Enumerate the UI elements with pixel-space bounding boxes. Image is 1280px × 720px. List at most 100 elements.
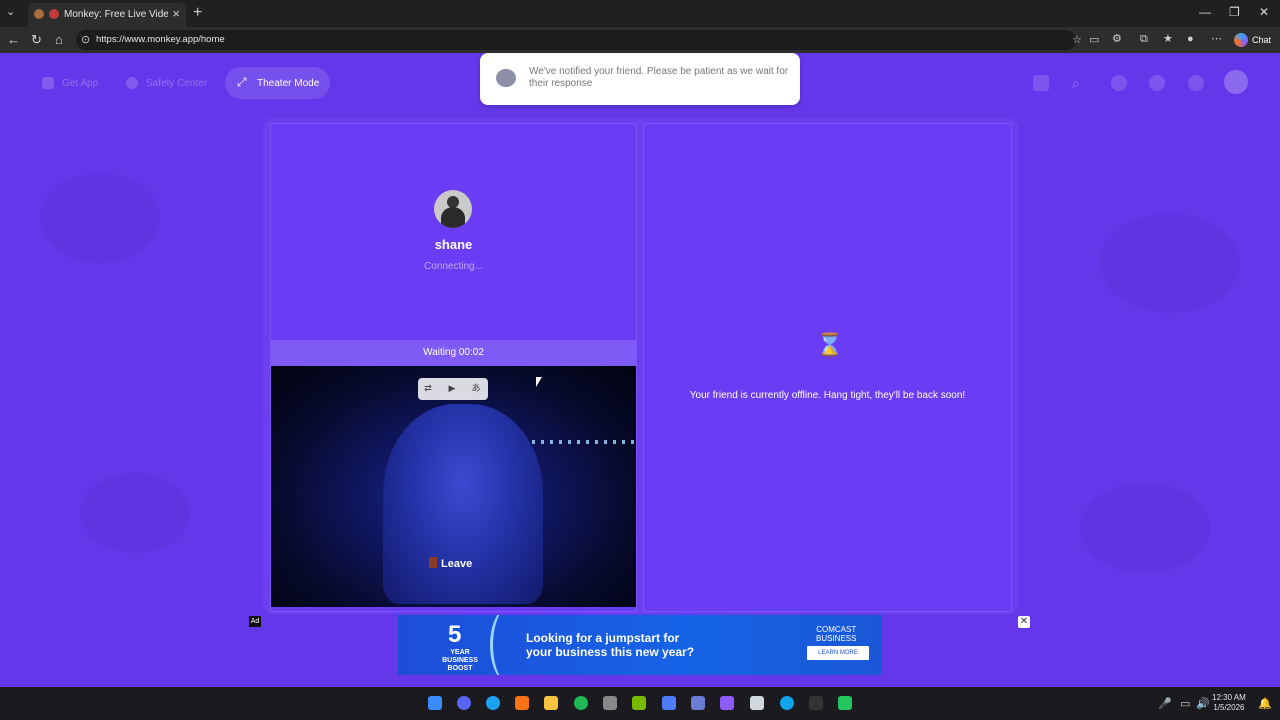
browser-tab[interactable]: Monkey: Free Live Video Chat × <box>28 3 186 27</box>
friends-icon[interactable] <box>1111 75 1127 91</box>
offline-message: Your friend is currently offline. Hang t… <box>689 390 966 401</box>
discord-icon[interactable] <box>457 696 471 710</box>
monkey-favicon-icon <box>34 9 44 19</box>
notepad-icon[interactable] <box>750 696 764 710</box>
friend-username: shane <box>434 237 473 252</box>
video-toggle-icon[interactable]: ▶ <box>446 382 458 394</box>
background-blob <box>1100 213 1240 313</box>
start-icon[interactable] <box>428 696 442 710</box>
network-icon[interactable]: ▭ <box>1180 697 1190 710</box>
site-info-icon[interactable]: ⊙ <box>81 34 93 46</box>
reload-icon[interactable]: ↻ <box>31 32 42 48</box>
tab-title: Monkey: Free Live Video Chat <box>64 9 168 20</box>
call-container: shane Connecting... Waiting 00:02 ⇄ ▶ あ … <box>263 118 1018 614</box>
close-window-button[interactable]: ✕ <box>1259 5 1269 19</box>
clock-time: 12:30 AM <box>1212 693 1246 702</box>
tab-close-icon[interactable]: × <box>172 6 180 21</box>
ad-close-button[interactable]: ✕ <box>1018 616 1030 628</box>
waiting-timer: Waiting 00:02 <box>271 340 636 366</box>
phone-icon <box>42 77 54 89</box>
comcast-ad-banner[interactable]: 5 YEAR BUSINESS BOOST Looking for a jumpst… <box>398 615 882 675</box>
comcast-logo: COMCAST BUSINESS <box>816 625 857 643</box>
spotify-icon[interactable] <box>574 696 588 710</box>
ad-boost-text: YEAR BUSINESS BOOST <box>442 649 478 672</box>
vpn-icon[interactable] <box>662 696 676 710</box>
theater-mode-button[interactable]: ⤢ Theater Mode <box>225 67 330 99</box>
copilot-chat-button[interactable]: Chat <box>1232 31 1276 49</box>
recording-indicator-icon <box>49 9 59 19</box>
browser-address-bar: ← ↻ ⌂ ⊙ https://www.monkey.app/home ☆ ▭ … <box>0 27 1280 53</box>
favorites-icon[interactable]: ★ <box>1163 33 1175 45</box>
camera-indicator-icon[interactable]: ▭ <box>1089 34 1101 46</box>
ad-headline: Looking for a jumpstart for your business… <box>526 631 695 659</box>
search-icon[interactable]: ⌕ <box>1072 75 1088 91</box>
copilot-icon <box>1234 33 1248 47</box>
learn-more-button[interactable]: LEARN MORE <box>807 646 869 660</box>
ad-label: Ad <box>249 616 261 627</box>
friend-avatar <box>434 190 472 228</box>
theater-mode-label: Theater Mode <box>257 78 320 89</box>
get-app-label: Get App <box>62 78 99 89</box>
url-text: https://www.monkey.app/home <box>96 34 225 45</box>
nvidia-icon[interactable] <box>632 696 646 710</box>
speech-bubble-icon <box>496 69 516 87</box>
connection-status: Connecting... <box>424 261 483 272</box>
monkey-page: Get App Safety Center ⤢ Theater Mode ⌕ W… <box>0 53 1280 687</box>
hourglass-icon: ⌛ <box>816 332 844 357</box>
shop-icon[interactable] <box>1033 75 1049 91</box>
video-controls: ⇄ ▶ あ <box>418 378 488 400</box>
friend-call-panel: shane Connecting... Waiting 00:02 ⇄ ▶ あ … <box>270 123 637 612</box>
expand-icon: ⤢ <box>237 75 247 89</box>
background-blob <box>1080 483 1210 573</box>
favorite-star-icon[interactable]: ☆ <box>1072 34 1084 46</box>
edge-beta-icon[interactable] <box>780 696 794 710</box>
messages-icon[interactable] <box>1188 75 1204 91</box>
clock[interactable]: 12:30 AM 1/5/2026 <box>1212 693 1246 713</box>
user-avatar[interactable] <box>1224 70 1248 94</box>
more-options-icon[interactable]: ⋯ <box>1211 33 1223 45</box>
notification-toast: We've notified your friend. Please be pa… <box>480 53 800 105</box>
chat-label: Chat <box>1252 35 1272 45</box>
home-icon[interactable]: ⌂ <box>55 32 63 47</box>
offline-panel: ⌛ Your friend is currently offline. Hang… <box>643 123 1012 612</box>
url-field[interactable]: ⊙ https://www.monkey.app/home ☆ ▭ <box>76 30 1099 50</box>
door-icon <box>429 557 437 568</box>
edge-icon[interactable] <box>486 696 500 710</box>
volume-icon[interactable]: 🔊 <box>1196 697 1210 710</box>
minimize-button[interactable]: — <box>1199 5 1211 19</box>
new-tab-button[interactable]: + <box>193 4 202 22</box>
leave-button[interactable]: Leave <box>429 557 472 570</box>
windows-taskbar: 🎤 ▭ 🔊 12:30 AM 1/5/2026 🔔 <box>0 687 1280 720</box>
file-explorer-icon[interactable] <box>544 696 558 710</box>
history-icon[interactable] <box>1149 75 1165 91</box>
notifications-icon[interactable]: 🔔 <box>1258 697 1272 710</box>
translate-icon[interactable]: あ <box>470 382 482 394</box>
extensions-icon[interactable]: ⚙ <box>1112 33 1124 45</box>
self-video-feed: ⇄ ▶ あ Leave <box>271 366 636 607</box>
app-icon[interactable] <box>515 696 529 710</box>
safety-center-button[interactable]: Safety Center <box>114 67 219 99</box>
restore-button[interactable]: ❐ <box>1229 5 1240 19</box>
profile-avatar-icon[interactable]: ● <box>1187 33 1199 45</box>
ad-number: 5 <box>448 621 462 648</box>
shield-icon <box>126 77 138 89</box>
background-blob <box>40 173 160 263</box>
swap-camera-icon[interactable]: ⇄ <box>422 382 434 394</box>
clock-date: 1/5/2026 <box>1213 703 1245 712</box>
visual-studio-icon[interactable] <box>720 696 734 710</box>
epic-games-icon[interactable] <box>809 696 823 710</box>
get-app-button[interactable]: Get App <box>30 67 110 99</box>
leave-label: Leave <box>441 558 473 570</box>
app-icon[interactable] <box>838 696 852 710</box>
store-icon[interactable] <box>603 696 617 710</box>
background-blob <box>80 473 190 553</box>
app-icon[interactable] <box>691 696 705 710</box>
microphone-icon[interactable]: 🎤 <box>1158 697 1172 710</box>
safety-center-label: Safety Center <box>146 78 208 89</box>
browser-tab-bar: ⌄ Monkey: Free Live Video Chat × + — ❐ ✕ <box>0 0 1280 27</box>
split-screen-icon[interactable]: ⧉ <box>1140 33 1152 45</box>
camera-person <box>383 404 543 604</box>
tab-list-chevron-icon[interactable]: ⌄ <box>6 5 15 18</box>
mouse-cursor-icon <box>536 377 542 387</box>
back-arrow-icon[interactable]: ← <box>7 32 20 47</box>
